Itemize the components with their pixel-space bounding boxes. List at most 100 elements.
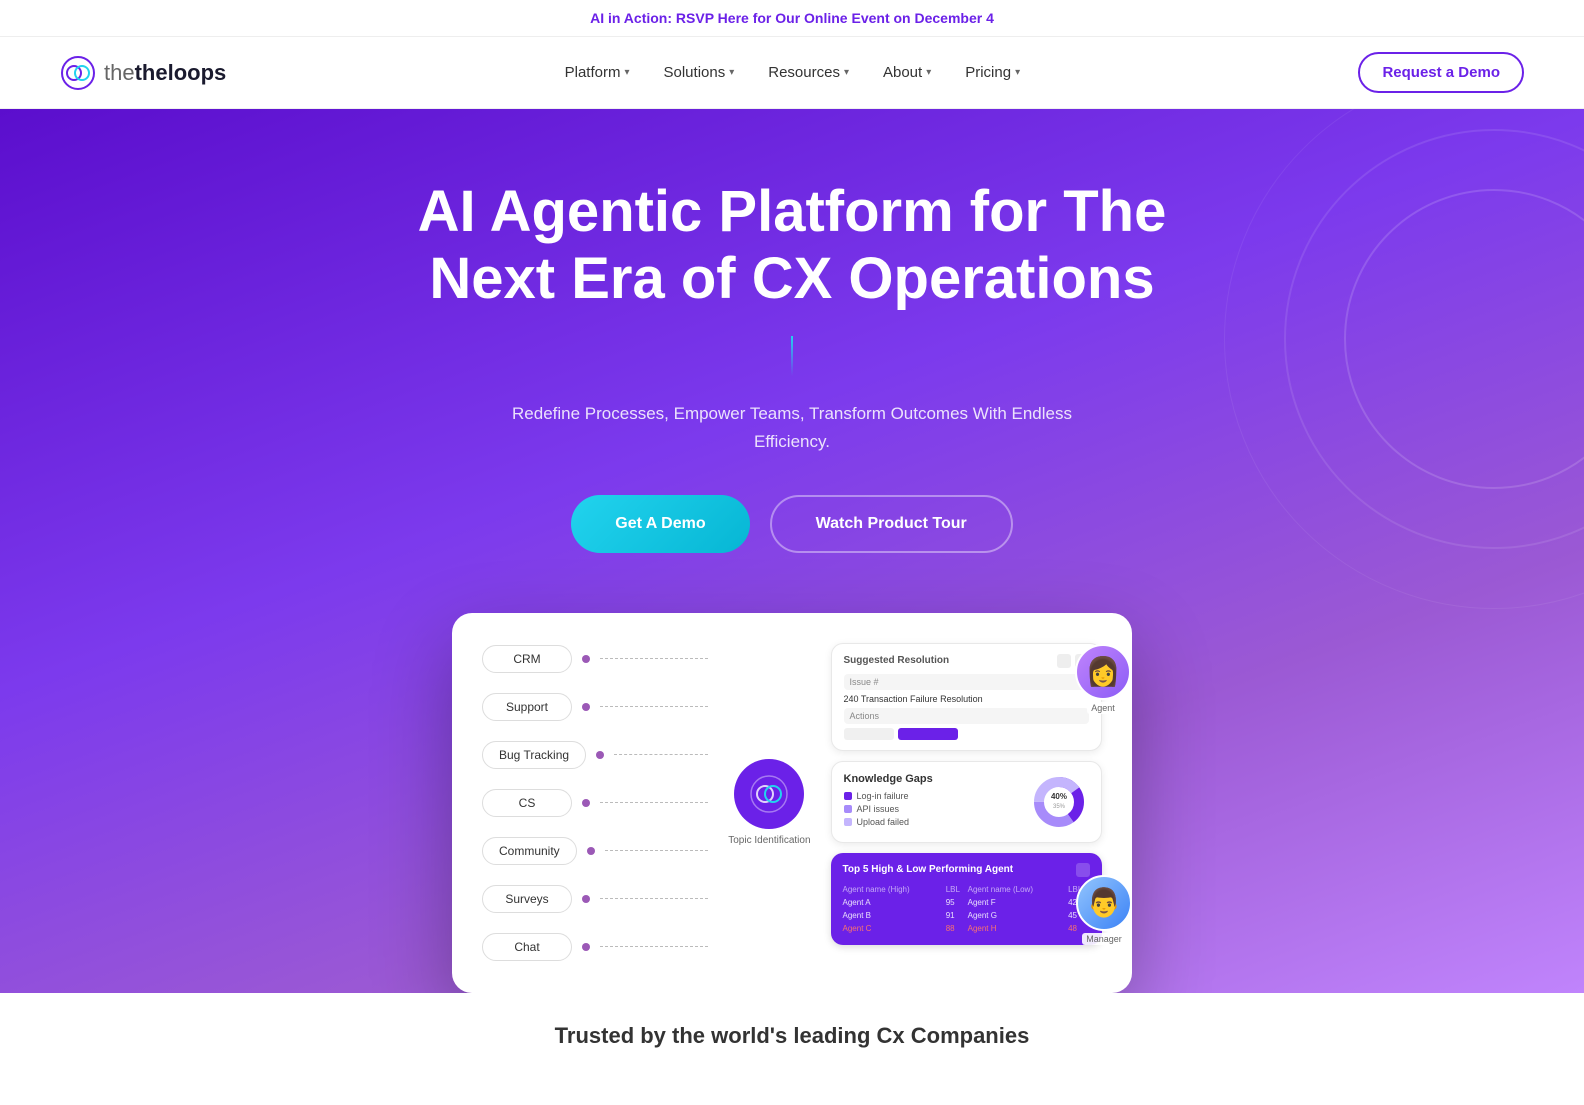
knowledge-card: Knowledge Gaps Log-in failure API issues… [831,761,1102,843]
actions-field: Actions [844,708,1089,724]
table-row: Agent A95 Agent F42 [843,896,1090,909]
node-label-surveys: Surveys [482,885,572,913]
manager-avatar-container: 👨 Manager [1076,875,1132,945]
nav-links: Platform ▾ Solutions ▾ Resources ▾ About… [551,56,1035,89]
hub-icon-circle [734,759,804,829]
banner-text: RSVP Here for Our Online Event on Decemb… [676,10,994,26]
chevron-icon: ▾ [729,67,734,78]
trusted-section: Trusted by the world's leading Cx Compan… [0,993,1584,1079]
hero-section: AI Agentic Platform for The Next Era of … [0,109,1584,993]
resolution-header: Suggested Resolution [844,654,1089,668]
svg-text:40%: 40% [1051,792,1067,801]
chevron-icon: ▾ [844,67,849,78]
node-row-support: Support [482,693,708,721]
node-line [600,658,708,659]
hero-buttons: Get A Demo Watch Product Tour [571,495,1013,553]
node-line [614,754,708,755]
banner-prefix: AI in Action: [590,10,672,26]
nav-resources[interactable]: Resources ▾ [754,56,863,89]
node-row-crm: CRM [482,645,708,673]
legend-dot [844,818,852,826]
node-row-chat: Chat [482,933,708,961]
hero-subtitle: Redefine Processes, Empower Teams, Trans… [492,400,1092,454]
hub-label: Topic Identification [728,835,810,846]
node-line [600,898,708,899]
manager-label: Manager [1082,933,1126,945]
request-demo-button[interactable]: Request a Demo [1358,52,1524,93]
legend-dot [844,792,852,800]
node-dot [582,895,590,903]
issue-field: Issue # [844,674,1089,690]
col-lbl1: LBL [946,883,968,896]
resolution-title: Suggested Resolution [844,655,950,666]
nav-about[interactable]: About ▾ [869,56,945,89]
performer-table: Agent name (High) LBL Agent name (Low) L… [843,883,1090,935]
node-label-crm: CRM [482,645,572,673]
nav-pricing[interactable]: Pricing ▾ [951,56,1034,89]
node-row-community: Community [482,837,708,865]
navbar: thetheloops Platform ▾ Solutions ▾ Resou… [0,37,1584,109]
logo[interactable]: thetheloops [60,55,226,91]
chevron-icon: ▾ [926,67,931,78]
logo-icon [60,55,96,91]
manager-avatar: 👨 [1076,875,1132,931]
node-label-cs: CS [482,789,572,817]
deco-circle-3 [1224,109,1584,609]
legend-item-api: API issues [844,804,1019,814]
node-dot [582,799,590,807]
knowledge-info: Knowledge Gaps Log-in failure API issues… [844,773,1019,830]
chevron-icon: ▾ [1015,67,1020,78]
node-dot [582,703,590,711]
dashboard-cards: Suggested Resolution Issue # 240 Transac… [831,643,1102,993]
performer-header: Top 5 High & Low Performing Agent [843,863,1090,877]
node-label-community: Community [482,837,577,865]
node-line [600,946,708,947]
legend-dot [844,805,852,813]
hub-center: Topic Identification [728,643,810,993]
nav-platform[interactable]: Platform ▾ [551,56,644,89]
performer-card: Top 5 High & Low Performing Agent Agent … [831,853,1102,945]
table-row: Agent B91 Agent G45 [843,909,1090,922]
banner-link[interactable]: AI in Action: RSVP Here for Our Online E… [590,10,994,26]
hero-divider [791,336,793,376]
trusted-title: Trusted by the world's leading Cx Compan… [40,1023,1544,1049]
dashboard-preview: CRM Support Bug Tracking CS [452,613,1132,993]
table-row-highlight: Agent C88 Agent H48 [843,922,1090,935]
node-dot [582,943,590,951]
performer-title: Top 5 High & Low Performing Agent [843,864,1014,875]
agent-label: Agent [1087,702,1119,714]
svg-text:35%: 35% [1053,804,1066,810]
node-dot [582,655,590,663]
node-line [600,706,708,707]
legend-item-login: Log-in failure [844,791,1019,801]
node-line [605,850,709,851]
nav-solutions[interactable]: Solutions ▾ [650,56,749,89]
node-row-bug-tracking: Bug Tracking [482,741,708,769]
node-dot [587,847,595,855]
resolution-value: 240 Transaction Failure Resolution [844,694,1089,704]
legend-item-upload: Upload failed [844,817,1019,827]
refresh-icon[interactable] [1057,654,1071,668]
chevron-icon: ▾ [624,67,629,78]
table-header-row: Agent name (High) LBL Agent name (Low) L… [843,883,1090,896]
node-dot [596,751,604,759]
hero-title: AI Agentic Platform for The Next Era of … [392,179,1192,312]
node-label-support: Support [482,693,572,721]
announcement-banner: AI in Action: RSVP Here for Our Online E… [0,0,1584,37]
get-demo-button[interactable]: Get A Demo [571,495,749,553]
node-line [600,802,708,803]
node-label-bug-tracking: Bug Tracking [482,741,586,769]
watch-tour-button[interactable]: Watch Product Tour [770,495,1013,553]
node-label-chat: Chat [482,933,572,961]
logo-text: thetheloops [104,60,226,86]
integration-nodes: CRM Support Bug Tracking CS [482,643,708,993]
agent-avatar-container: 👩 Agent [1075,644,1131,714]
knowledge-title: Knowledge Gaps [844,773,1019,785]
donut-chart: 40% 35% [1029,772,1089,832]
node-row-surveys: Surveys [482,885,708,913]
agent-avatar: 👩 [1075,644,1131,700]
hub-logo-icon [749,774,789,814]
col-agent-low: Agent name (Low) [968,883,1068,896]
node-row-cs: CS [482,789,708,817]
col-agent-high: Agent name (High) [843,883,946,896]
